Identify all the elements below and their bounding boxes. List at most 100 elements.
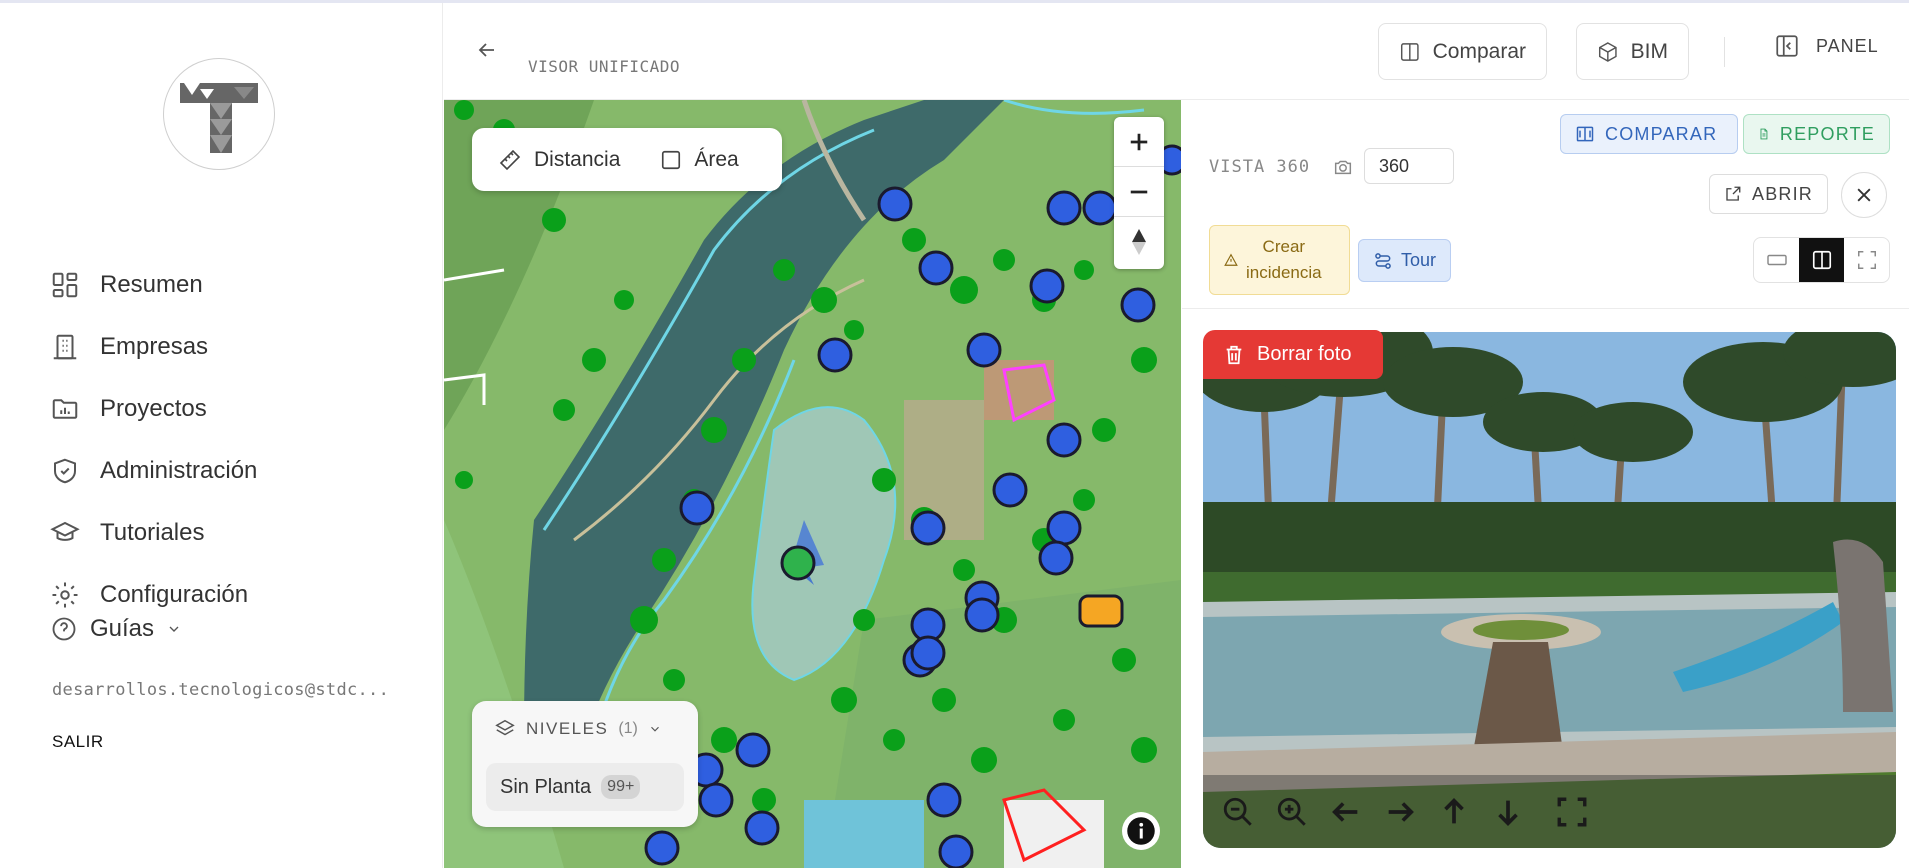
levels-count: (1) bbox=[618, 720, 638, 737]
distance-tool-label: Distancia bbox=[534, 147, 621, 171]
level-name: Sin Planta bbox=[500, 775, 592, 798]
sidebar-item-tutoriales[interactable]: Tutoriales bbox=[50, 513, 204, 553]
area-tool-button[interactable]: Área bbox=[660, 147, 739, 172]
photo-right-button[interactable] bbox=[1381, 793, 1419, 831]
building-icon bbox=[53, 334, 77, 360]
sidebar: Resumen Empresas Proyectos Administració… bbox=[0, 3, 443, 868]
delete-photo-button[interactable]: Borrar foto bbox=[1203, 330, 1383, 379]
split-view-icon bbox=[1400, 42, 1419, 61]
sidebar-item-label: Resumen bbox=[100, 271, 203, 298]
open-button[interactable]: ABRIR bbox=[1709, 174, 1828, 214]
sidebar-item-label: Tutoriales bbox=[100, 519, 205, 546]
sidebar-item-configuracion[interactable]: Configuración bbox=[50, 575, 248, 615]
square-icon bbox=[662, 150, 681, 169]
company-logo[interactable] bbox=[163, 58, 275, 170]
panel-left-icon bbox=[1776, 35, 1798, 57]
compass-button[interactable] bbox=[1114, 217, 1164, 267]
open-label: ABRIR bbox=[1751, 183, 1813, 204]
layers-icon bbox=[495, 719, 515, 736]
split-view-icon bbox=[1812, 250, 1831, 270]
level-count-badge: 99+ bbox=[601, 775, 641, 799]
measure-tools: Distancia Área bbox=[472, 128, 782, 191]
photo-left-button[interactable] bbox=[1327, 793, 1365, 831]
trash-icon bbox=[1226, 345, 1242, 364]
chevron-down-icon bbox=[650, 726, 659, 732]
panel-toggle-button[interactable]: PANEL bbox=[1774, 33, 1879, 59]
photo-down-button[interactable] bbox=[1489, 793, 1527, 831]
back-button[interactable] bbox=[472, 35, 502, 65]
compare-button-label: Comparar bbox=[1432, 39, 1526, 63]
photo-zoom-in-button[interactable] bbox=[1273, 793, 1311, 831]
arrow-down-icon bbox=[1498, 800, 1518, 826]
arrow-left-icon bbox=[1332, 801, 1358, 822]
guias-dropdown[interactable]: Guías bbox=[50, 615, 182, 643]
dashboard-icon bbox=[52, 272, 78, 298]
panorama-scene[interactable] bbox=[1203, 332, 1896, 848]
cube-icon bbox=[1598, 41, 1617, 62]
page-title: VISOR UNIFICADO bbox=[528, 57, 680, 76]
compass-icon bbox=[1132, 229, 1146, 255]
delete-photo-label: Borrar foto bbox=[1257, 343, 1352, 365]
bim-button-label: BIM bbox=[1630, 39, 1668, 63]
plus-icon bbox=[1130, 133, 1148, 150]
sidebar-item-label: Proyectos bbox=[100, 395, 207, 422]
map-viewer[interactable]: Distancia Área NIVELES (1) Sin Planta 99… bbox=[444, 100, 1181, 868]
area-tool-label: Área bbox=[694, 147, 739, 171]
sidebar-item-administracion[interactable]: Administración bbox=[50, 451, 257, 491]
close-icon bbox=[1857, 188, 1871, 202]
header-divider bbox=[1724, 37, 1725, 67]
minus-icon bbox=[1130, 190, 1148, 193]
create-issue-label-line1: Crear bbox=[1262, 237, 1306, 256]
sidebar-item-label: Configuración bbox=[100, 581, 249, 608]
info-icon bbox=[1127, 817, 1155, 845]
compare-photo-button[interactable]: COMPARAR bbox=[1560, 114, 1738, 154]
warning-icon bbox=[1224, 253, 1238, 266]
level-item[interactable]: Sin Planta 99+ bbox=[486, 763, 684, 811]
view-mode-split[interactable] bbox=[1799, 238, 1844, 282]
camera-icon bbox=[1334, 160, 1352, 175]
bim-button[interactable]: BIM bbox=[1576, 23, 1689, 80]
sidebar-item-label: Administración bbox=[100, 457, 258, 484]
view-mode-single[interactable] bbox=[1754, 238, 1799, 282]
panel-toggle-label: PANEL bbox=[1816, 35, 1879, 56]
tour-button[interactable]: Tour bbox=[1358, 239, 1451, 282]
route-icon bbox=[1375, 252, 1391, 269]
vista-360-input[interactable] bbox=[1364, 148, 1454, 184]
photo-fullscreen-button[interactable] bbox=[1553, 793, 1591, 831]
compare-button[interactable]: Comparar bbox=[1378, 23, 1547, 80]
view-mode-fullscreen[interactable] bbox=[1844, 238, 1889, 282]
report-button[interactable]: REPORTE bbox=[1743, 114, 1890, 154]
fullscreen-icon bbox=[1857, 251, 1876, 269]
sidebar-item-resumen[interactable]: Resumen bbox=[50, 265, 203, 305]
levels-header[interactable]: NIVELES (1) bbox=[494, 718, 662, 740]
zoom-in-icon bbox=[1277, 797, 1306, 826]
tour-label: Tour bbox=[1400, 250, 1436, 270]
arrow-left-icon bbox=[478, 43, 494, 57]
photo-panel: VISTA 360 COMPARAR REPORTE ABRIR Crear i… bbox=[1182, 100, 1909, 868]
top-header: VISOR UNIFICADO Comparar BIM PANEL bbox=[444, 3, 1909, 100]
map-info-button[interactable] bbox=[1122, 812, 1160, 850]
chevron-down-icon bbox=[169, 626, 179, 632]
photo-up-button[interactable] bbox=[1435, 793, 1473, 831]
photo-zoom-out-button[interactable] bbox=[1219, 793, 1257, 831]
close-panel-button[interactable] bbox=[1841, 172, 1887, 218]
zoom-in-button[interactable] bbox=[1114, 117, 1164, 167]
columns-icon bbox=[1576, 126, 1594, 142]
shield-check-icon bbox=[54, 458, 76, 484]
sidebar-item-empresas[interactable]: Empresas bbox=[50, 327, 208, 367]
levels-label: NIVELES bbox=[526, 719, 609, 738]
user-email: desarrollos.tecnologicos@stdc... bbox=[52, 680, 390, 700]
zoom-out-button[interactable] bbox=[1114, 167, 1164, 217]
ruler-icon bbox=[499, 149, 521, 170]
panorama-photo[interactable] bbox=[1203, 332, 1896, 848]
fullscreen-icon bbox=[1557, 797, 1587, 826]
create-issue-label-line2: incidencia bbox=[1246, 263, 1322, 282]
sidebar-item-label: Empresas bbox=[100, 333, 209, 360]
gear-icon bbox=[52, 582, 78, 608]
create-issue-button[interactable]: Crear incidencia bbox=[1209, 225, 1350, 295]
logout-link[interactable]: SALIR bbox=[52, 732, 104, 752]
distance-tool-button[interactable]: Distancia bbox=[498, 148, 620, 172]
vista-label: VISTA 360 bbox=[1209, 157, 1311, 177]
sidebar-item-proyectos[interactable]: Proyectos bbox=[50, 389, 207, 429]
help-circle-icon bbox=[52, 617, 76, 641]
